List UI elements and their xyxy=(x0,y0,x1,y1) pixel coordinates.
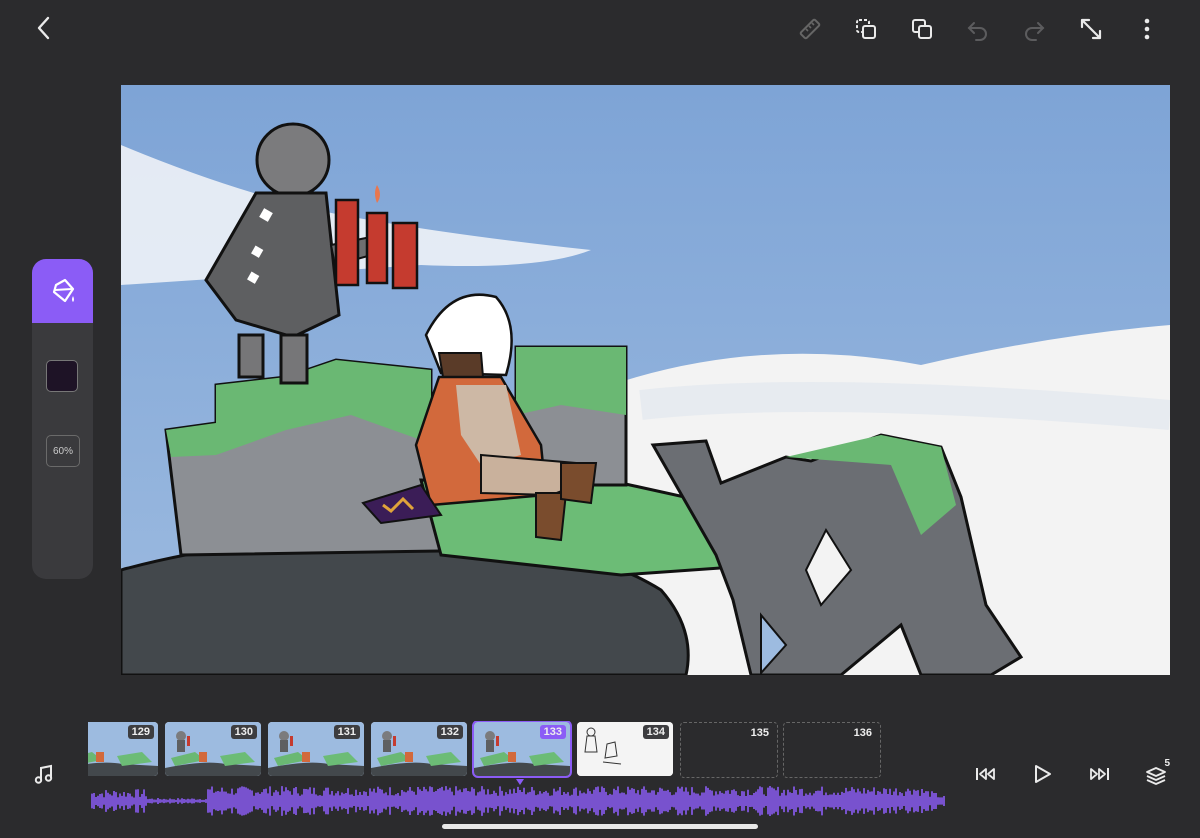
duplicate-button[interactable] xyxy=(905,12,939,46)
undo-icon xyxy=(967,22,987,41)
undo-button[interactable] xyxy=(961,12,995,46)
play-button[interactable] xyxy=(1025,757,1059,791)
home-indicator[interactable] xyxy=(442,824,758,829)
frame-number: 134 xyxy=(642,725,669,739)
expand-icon xyxy=(1080,18,1102,40)
frame-thumbnail[interactable]: 134 xyxy=(577,722,673,776)
ruler-icon xyxy=(799,18,821,40)
frame-thumbnail[interactable]: 129 xyxy=(88,722,158,776)
artwork xyxy=(121,85,1170,675)
music-note-icon xyxy=(34,764,53,784)
frame-thumbnail[interactable]: 130 xyxy=(165,722,261,776)
copy-selection-icon xyxy=(856,19,876,39)
onion-skin-button[interactable]: 5 xyxy=(1139,757,1173,791)
redo-icon xyxy=(1025,22,1045,41)
skip-back-button[interactable] xyxy=(969,757,1003,791)
audio-waveform[interactable] xyxy=(88,783,950,819)
color-swatch[interactable] xyxy=(46,360,78,392)
frame-number: 131 xyxy=(333,725,360,739)
more-vertical-icon xyxy=(1144,18,1150,40)
more-button[interactable] xyxy=(1130,12,1164,46)
chevron-left-icon xyxy=(37,16,50,40)
frame-thumbnail[interactable]: 136 xyxy=(783,722,881,778)
waveform-bars xyxy=(91,786,945,816)
skip-back-icon xyxy=(976,768,995,780)
frame-thumbnail[interactable]: 135 xyxy=(680,722,778,778)
opacity-value[interactable]: 60% xyxy=(46,435,80,467)
ruler-button[interactable] xyxy=(793,12,827,46)
back-button[interactable] xyxy=(28,12,60,44)
frame-thumbnail[interactable]: 131 xyxy=(268,722,364,776)
skip-forward-icon xyxy=(1090,768,1109,780)
copy-selection-button[interactable] xyxy=(849,12,883,46)
frame-number: 135 xyxy=(750,727,769,739)
frame-thumbnail[interactable]: 133 xyxy=(472,721,572,778)
play-icon xyxy=(1035,765,1051,783)
paint-bucket-icon xyxy=(52,278,74,303)
duplicate-icon xyxy=(912,19,932,39)
frame-timeline: 129 130 131 132 133 134 135 136 xyxy=(88,721,944,779)
frame-thumbnail[interactable]: 132 xyxy=(371,722,467,776)
frame-number: 130 xyxy=(230,725,257,739)
music-button[interactable] xyxy=(27,757,61,791)
frame-number: 132 xyxy=(436,725,463,739)
tool-panel: 60% xyxy=(32,259,93,579)
onion-skin-count: 5 xyxy=(1164,758,1170,769)
paint-bucket-tool[interactable] xyxy=(32,259,93,323)
redo-button[interactable] xyxy=(1017,12,1051,46)
fullscreen-button[interactable] xyxy=(1074,12,1108,46)
frame-number: 129 xyxy=(127,725,154,739)
skip-forward-button[interactable] xyxy=(1082,757,1116,791)
frame-number: 136 xyxy=(853,727,872,739)
frame-number: 133 xyxy=(539,725,566,739)
drawing-canvas[interactable] xyxy=(121,85,1170,675)
